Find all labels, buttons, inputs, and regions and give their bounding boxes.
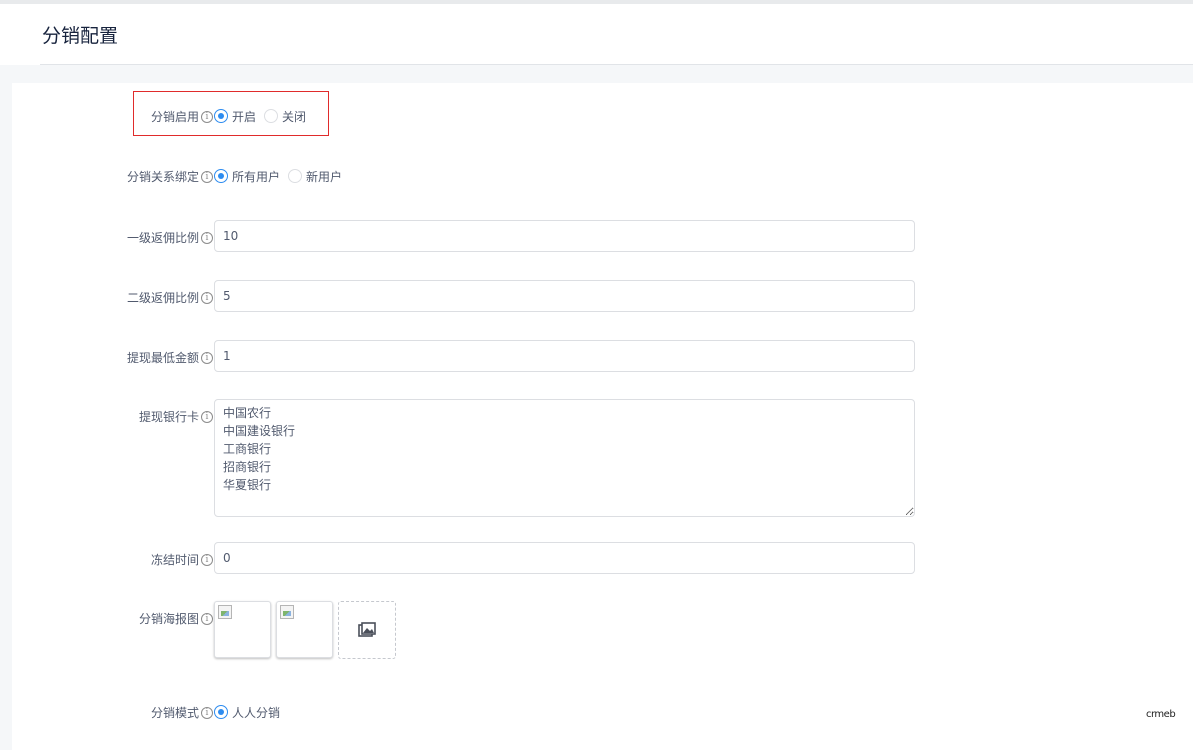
crmeb-logo: crmeb: [1146, 709, 1176, 720]
poster-thumbnail[interactable]: [214, 601, 271, 658]
freeze-time-input[interactable]: [214, 542, 915, 574]
level2-rate-field: [214, 280, 915, 312]
radio-dot[interactable]: [214, 705, 228, 719]
radio-mode-all[interactable]: 人人分销: [214, 704, 280, 721]
poster-upload-button[interactable]: [338, 601, 396, 659]
info-icon[interactable]: i: [201, 410, 213, 423]
info-icon[interactable]: i: [201, 706, 213, 719]
broken-image-icon: [280, 605, 294, 619]
level1-rate-input[interactable]: [214, 220, 915, 252]
label-mode: 分销模式 i: [151, 704, 213, 721]
info-icon[interactable]: i: [201, 553, 213, 566]
page-title: 分销配置: [42, 25, 119, 47]
bank-cards-textarea[interactable]: 中国农行 中国建设银行 工商银行 招商银行 华夏银行: [214, 399, 915, 517]
binding-radio-group: 所有用户 新用户: [214, 166, 350, 186]
bank-cards-field: 中国农行 中国建设银行 工商银行 招商银行 华夏银行: [214, 399, 915, 520]
radio-binding-all[interactable]: 所有用户: [214, 168, 280, 185]
image-upload-icon: [358, 622, 376, 637]
radio-dot[interactable]: [264, 109, 279, 123]
poster-thumbnail[interactable]: [276, 601, 333, 658]
label-freeze-time: 冻结时间 i: [151, 551, 213, 568]
info-icon[interactable]: i: [201, 170, 213, 183]
enable-radio-group: 开启 关闭: [214, 106, 314, 126]
info-icon[interactable]: i: [201, 231, 213, 244]
freeze-time-field: [214, 542, 915, 574]
level1-rate-field: [214, 220, 915, 252]
header-divider: [40, 64, 1193, 65]
info-icon[interactable]: i: [201, 351, 213, 364]
page-header: 分销配置: [0, 4, 1193, 65]
mode-radio-group: 人人分销: [214, 702, 288, 722]
label-poster: 分销海报图 i: [139, 610, 213, 627]
label-bank-cards: 提现银行卡 i: [139, 408, 213, 425]
broken-image-icon: [218, 605, 232, 619]
config-form-card: 分销启用 i 开启 关闭 分销关系绑定 i 所有用户 新用户 一级返佣比例 i …: [12, 83, 1193, 750]
radio-binding-new[interactable]: 新用户: [288, 168, 342, 185]
min-withdraw-field: [214, 340, 915, 372]
radio-dot[interactable]: [214, 169, 228, 183]
info-icon[interactable]: i: [201, 291, 213, 304]
level2-rate-input[interactable]: [214, 280, 915, 312]
radio-enable-off[interactable]: 关闭: [264, 108, 306, 125]
radio-enable-on[interactable]: 开启: [214, 108, 256, 125]
radio-dot[interactable]: [214, 109, 228, 123]
label-binding: 分销关系绑定 i: [127, 168, 213, 185]
radio-dot[interactable]: [288, 169, 303, 183]
info-icon[interactable]: i: [201, 612, 213, 625]
label-level1-rate: 一级返佣比例 i: [127, 229, 213, 246]
label-enable: 分销启用 i: [151, 108, 213, 125]
label-level2-rate: 二级返佣比例 i: [127, 289, 213, 306]
poster-images: [214, 601, 396, 659]
min-withdraw-input[interactable]: [214, 340, 915, 372]
label-min-withdraw: 提现最低金额 i: [127, 349, 213, 366]
info-icon[interactable]: i: [201, 110, 213, 123]
